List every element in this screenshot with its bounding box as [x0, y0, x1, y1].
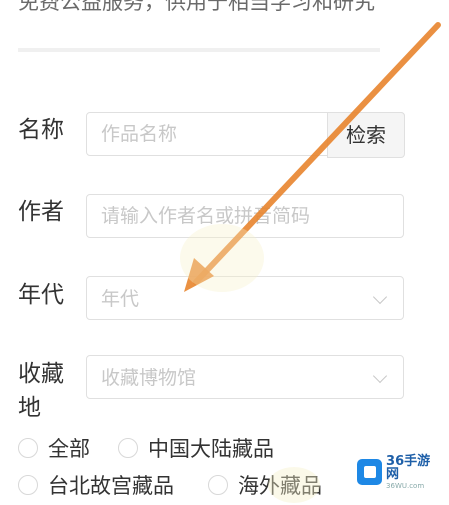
radio-overseas[interactable]: 海外藏品 [208, 470, 322, 500]
radio-taipei[interactable]: 台北故宫藏品 [18, 470, 174, 500]
radio-label: 全部 [48, 437, 90, 461]
radio-circle [118, 438, 138, 458]
era-select[interactable]: 年代 [86, 276, 404, 320]
intro-text: 免费公益服务，供用于相当学习和研究 [18, 0, 375, 14]
chevron-down-icon [372, 289, 388, 305]
radio-circle [208, 475, 228, 495]
radio-label: 中国大陆藏品 [148, 437, 274, 461]
name-label: 名称 [18, 117, 64, 143]
name-input[interactable] [87, 113, 327, 155]
author-input[interactable] [87, 195, 403, 237]
author-field [86, 194, 404, 238]
radio-label: 海外藏品 [238, 474, 322, 498]
collection-select-placeholder: 收藏博物馆 [101, 367, 197, 389]
logo-icon [357, 459, 383, 485]
collection-label: 收藏地 [18, 361, 64, 421]
radio-circle [18, 438, 38, 458]
name-field: 检索 [86, 112, 405, 158]
watermark-logo: 36手游网 36WU.com [357, 453, 441, 491]
logo-brand: 36手游网 [386, 453, 431, 482]
collection-select[interactable]: 收藏博物馆 [86, 355, 404, 399]
chevron-down-icon [372, 368, 388, 384]
radio-mainland[interactable]: 中国大陆藏品 [118, 433, 274, 463]
annotation-arrow [180, 22, 441, 503]
divider [18, 48, 380, 52]
radio-circle [18, 475, 38, 495]
search-button[interactable]: 检索 [327, 112, 405, 158]
author-label: 作者 [18, 199, 64, 225]
era-select-placeholder: 年代 [101, 288, 140, 310]
radio-all[interactable]: 全部 [18, 433, 90, 463]
radio-label: 台北故宫藏品 [48, 474, 174, 498]
era-label: 年代 [18, 282, 64, 308]
logo-sub: 36WU.com [386, 481, 425, 490]
